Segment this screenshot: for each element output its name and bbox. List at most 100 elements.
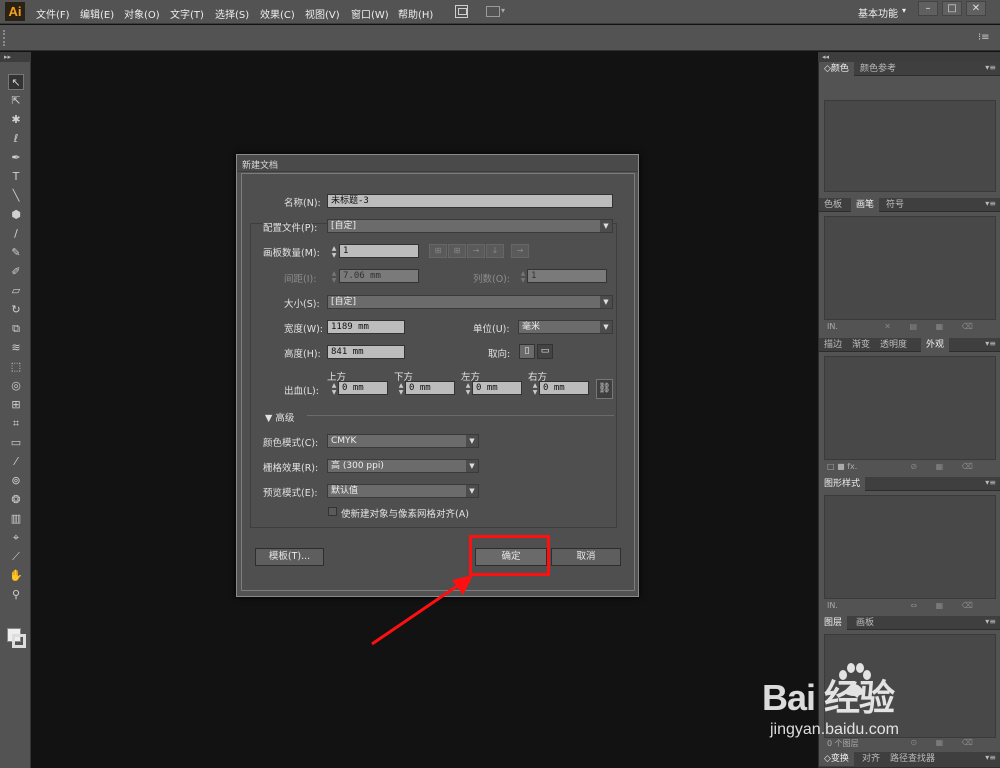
spacing-field[interactable]: 7.06 mm [339,269,419,283]
align-pixel-grid-label[interactable]: 使新建对象与像素网格对齐(A) [341,506,469,520]
direct-selection-tool-icon[interactable]: ⇱ [8,93,24,109]
portrait-icon[interactable]: ▯ [519,344,535,359]
maximize-button[interactable]: □ [942,1,962,16]
style-libraries-icon[interactable]: IN. [827,601,838,610]
type-tool-icon[interactable]: T [8,169,24,185]
arrange-by-column-icon[interactable]: ↓ [486,244,504,258]
footer-icons[interactable]: ⇔ ▦ ⌫ [910,601,981,610]
slice-tool-icon[interactable]: ⟋ [8,549,24,565]
document-name-field[interactable]: 未标题-3 [327,194,613,208]
spacing-stepper[interactable]: ▲ ▼ [330,270,338,284]
line-tool-icon[interactable]: ╲ [8,188,24,204]
raster-effects-select[interactable]: 高 (300 ppi) ▼ [327,459,479,473]
bleed-top-stepper[interactable]: ▲ ▼ [330,382,338,396]
color-mode-select[interactable]: CMYK ▼ [327,434,479,448]
advanced-toggle[interactable]: ▼ 高级 [265,410,294,424]
bleed-bottom-stepper[interactable]: ▲ ▼ [397,382,405,396]
panel-menu-icon[interactable]: ▾≡ [985,753,996,762]
align-pixel-grid-checkbox[interactable] [328,507,337,516]
artboards-stepper[interactable]: ▲ ▼ [330,245,338,259]
tab-appearance[interactable]: 外观 [921,338,950,352]
menu-window[interactable]: 窗口(W) [351,6,389,21]
panel-menu-icon[interactable]: ▾≡ [985,617,996,626]
panel-menu-icon[interactable]: ▾≡ [985,478,996,487]
menu-edit[interactable]: 编辑(E) [80,6,114,21]
bleed-left-field[interactable]: 0 mm [472,381,522,395]
cancel-button[interactable]: 取消 [551,548,621,566]
close-button[interactable]: ✕ [966,1,986,16]
size-select[interactable]: [自定] ▼ [327,295,613,309]
menu-file[interactable]: 文件(F) [36,6,70,21]
stroke-swatch[interactable] [12,634,26,648]
eyedropper-tool-icon[interactable]: ⁄ [8,454,24,470]
bleed-right-field[interactable]: 0 mm [539,381,589,395]
bleed-left-stepper[interactable]: ▲ ▼ [464,382,472,396]
bridge-icon[interactable] [455,5,468,18]
bleed-bottom-field[interactable]: 0 mm [405,381,455,395]
paintbrush-tool-icon[interactable]: / [8,226,24,242]
tab-transform[interactable]: ◇变换 [819,752,854,766]
tab-transparency[interactable]: 透明度 [875,338,912,352]
tab-symbols[interactable]: 符号 [881,198,909,212]
tab-align[interactable]: 对齐 [857,752,885,766]
templates-button[interactable]: 模板(T)... [255,548,324,566]
bleed-top-field[interactable]: 0 mm [338,381,388,395]
panel-menu-icon[interactable]: ▾≡ [985,339,996,348]
tab-gradient[interactable]: 渐变 [847,338,875,352]
chevron-down-icon[interactable]: ▾ [902,6,906,15]
panel-menu-icon[interactable]: ⁝≡ [978,32,990,43]
tools-collapse-strip[interactable]: ▸▸ [0,52,31,62]
arrange-documents-icon[interactable] [486,6,500,17]
chevron-down-icon[interactable]: ▼ [466,460,478,472]
blend-tool-icon[interactable]: ⊚ [8,473,24,489]
tab-stroke[interactable]: 描边 [819,338,847,352]
pencil-tool-icon[interactable]: ✎ [8,245,24,261]
blob-brush-tool-icon[interactable]: ✐ [8,264,24,280]
panel-menu-icon[interactable]: ▾≡ [985,199,996,208]
symbol-sprayer-tool-icon[interactable]: ❂ [8,492,24,508]
chevron-down-icon[interactable]: ▼ [600,321,612,333]
dialog-titlebar[interactable]: 新建文档 [237,155,638,172]
tab-layers[interactable]: 图层 [819,616,848,630]
brush-libraries-icon[interactable]: IN. [827,322,838,331]
lasso-tool-icon[interactable]: ℓ [8,131,24,147]
tab-artboards[interactable]: 画板 [851,616,879,630]
free-transform-tool-icon[interactable]: ⬚ [8,359,24,375]
scale-tool-icon[interactable]: ⧉ [8,321,24,337]
rectangle-tool-icon[interactable]: ⬢ [8,207,24,223]
perspective-grid-tool-icon[interactable]: ⊞ [8,397,24,413]
workspace-switcher[interactable]: 基本功能 [858,5,898,20]
grid-by-column-icon[interactable]: ⊞ [448,244,466,258]
add-new-fill-icon[interactable]: □ ■ fx. [827,462,857,471]
shape-builder-tool-icon[interactable]: ◎ [8,378,24,394]
tab-pathfinder[interactable]: 路径查找器 [885,752,940,766]
eraser-tool-icon[interactable]: ▱ [8,283,24,299]
menu-effect[interactable]: 效果(C) [260,6,295,21]
columns-stepper[interactable]: ▲ ▼ [519,270,527,284]
minimize-button[interactable]: – [918,1,938,16]
tab-color[interactable]: ◇颜色 [819,62,854,76]
pen-tool-icon[interactable]: ✒ [8,150,24,166]
panel-menu-icon[interactable]: ▾≡ [985,63,996,72]
width-field[interactable]: 1189 mm [327,320,405,334]
menu-view[interactable]: 视图(V) [305,6,340,21]
warp-tool-icon[interactable]: ≋ [8,340,24,356]
arrange-by-row-icon[interactable]: → [467,244,485,258]
zoom-tool-icon[interactable]: ⚲ [8,587,24,603]
artboards-count-field[interactable]: 1 [339,244,419,258]
preview-mode-select[interactable]: 默认值 ▼ [327,484,479,498]
tab-color-guide[interactable]: 颜色参考 [855,62,901,76]
column-graph-tool-icon[interactable]: ▥ [8,511,24,527]
selection-tool-icon[interactable]: ↖ [8,74,24,90]
columns-field[interactable]: 1 [527,269,607,283]
artboard-tool-icon[interactable]: ⌖ [8,530,24,546]
menu-type[interactable]: 文字(T) [170,6,204,21]
rotate-tool-icon[interactable]: ↻ [8,302,24,318]
chevron-down-icon[interactable]: ▾ [501,6,505,15]
menu-help[interactable]: 帮助(H) [398,6,433,21]
chevron-down-icon[interactable]: ▼ [466,435,478,447]
chevron-down-icon[interactable]: ▼ [600,220,612,232]
units-select[interactable]: 毫米 ▼ [518,320,613,334]
panels-collapse-strip[interactable]: ◂◂ [818,52,1000,62]
link-bleed-icon[interactable]: ⛓ [596,379,613,399]
